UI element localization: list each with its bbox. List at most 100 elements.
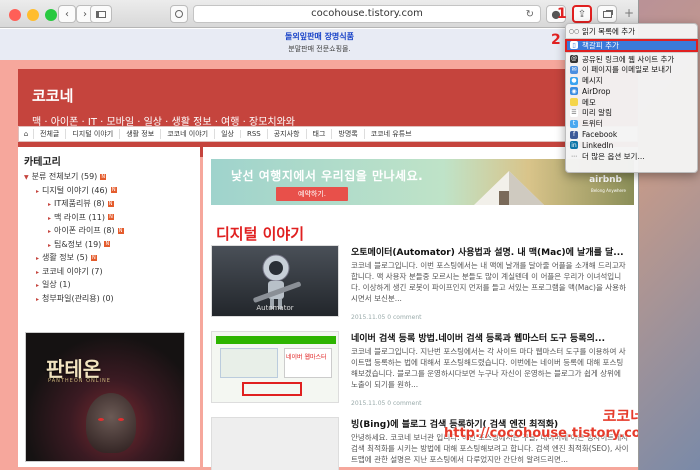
category-label: 아이폰 라이프 (8) (54, 226, 115, 235)
new-tab-button[interactable]: + (624, 6, 634, 20)
category-heading: 카테고리 (24, 157, 61, 168)
side-ad[interactable]: 판테온 PANTHEON ONLINE (25, 332, 185, 462)
category-label: 분류 전체보기 (59) (31, 172, 98, 181)
banner-button[interactable]: 예약하기. (276, 187, 348, 201)
at-icon: @ (570, 54, 578, 63)
share-menu-item[interactable]: f Facebook (566, 129, 697, 140)
nav-item[interactable]: 방명록 (331, 129, 363, 139)
category-item[interactable]: ▸ 일상 (1) (24, 279, 194, 293)
blog-header: 코코네 맥 · 아이폰 · IT · 모바일 · 일상 · 생활 정보 · 여행… (18, 69, 638, 157)
share-menu-label: 공유된 링크에 웹 사이트 추가 (582, 54, 675, 64)
category-arrow-icon: ▸ (36, 187, 40, 195)
share-menu-item[interactable]: ☰ 미리 알림 (566, 108, 697, 119)
thumb-caption: 네이버 웹마스터 (286, 354, 327, 361)
category-item[interactable]: ▸ 아이폰 라이프 (8) N (24, 225, 194, 239)
address-bar[interactable]: cocohouse.tistory.com ↻ (193, 5, 541, 23)
category-item[interactable]: ▸ 청부파일(관리용) (0) (24, 293, 194, 307)
home-icon[interactable]: ⌂ (19, 130, 33, 138)
nav-item[interactable]: 디지털 이야기 (65, 129, 119, 139)
share-menu-item[interactable]: ◉ AirDrop (566, 86, 697, 97)
category-arrow-icon: ▸ (48, 214, 52, 222)
new-badge-icon: N (104, 241, 111, 247)
category-label: 맥 라이프 (11) (54, 212, 105, 222)
more-icon: ⋯ (571, 152, 577, 160)
share-menu-label: Facebook (582, 130, 618, 140)
share-menu-label: LinkedIn (582, 140, 614, 150)
new-badge-icon: N (107, 214, 114, 220)
step-2-marker: 2 (551, 32, 561, 48)
share-menu-item[interactable]: 메모 (566, 97, 697, 108)
nav-item[interactable]: 코코네 유튜브 (363, 129, 418, 139)
airdrop-icon: ◉ (570, 87, 578, 96)
category-item[interactable]: ▸ 팁&정보 (19) N (24, 239, 194, 253)
thumb-panel (220, 348, 278, 378)
nav-item[interactable]: 생활 정보 (119, 129, 160, 139)
nav-item[interactable]: 태그 (305, 129, 332, 139)
share-menu-item[interactable]: @ 공유된 링크에 웹 사이트 추가 (566, 54, 697, 65)
category-item[interactable]: ▼ 분류 전체보기 (59) N (24, 171, 194, 185)
maximize-window-button[interactable] (45, 9, 57, 21)
post-item[interactable]: Automator 오토메이터(Automator) 사용법과 설명. 내 맥(… (211, 245, 631, 325)
minimize-window-button[interactable] (27, 9, 39, 21)
thumb-highlight (242, 382, 302, 396)
share-menu-label: 더 많은 옵션 보기... (582, 151, 645, 161)
nav-item[interactable]: 전체글 (33, 129, 65, 139)
post-thumbnail[interactable] (211, 417, 339, 470)
nav-item[interactable]: 공지사항 (266, 129, 306, 139)
new-badge-icon: N (117, 227, 124, 234)
category-label: 청부파일(관리용) (0) (42, 293, 114, 303)
airbnb-logo: airbnb (589, 175, 622, 185)
ad-character-image (86, 393, 136, 453)
share-menu-item[interactable]: ▯ 책갈피 추가 (565, 38, 698, 52)
category-item[interactable]: ▸ 코코네 이야기 (7) (24, 266, 194, 280)
reader-icon (175, 10, 183, 18)
step-1-marker: 1 (557, 6, 567, 22)
post-item[interactable]: 네이버 웹마스터 네이버 검색 등록 방법.네이버 검색 등록과 웹마스터 도구… (211, 331, 631, 411)
blog-title[interactable]: 코코네 (32, 85, 624, 106)
watermark: 코코네 http://cocohouse.tistory.com (444, 405, 638, 441)
top-ad[interactable]: 돌외잎판매 장명식품 분말판매 전문쇼핑몰. (0, 29, 638, 60)
share-menu-label: 책갈피 추가 (582, 40, 619, 50)
share-menu-item[interactable]: ✉ 이 페이지를 이메일로 보내기 (566, 64, 697, 75)
share-menu-label: 읽기 목록에 추가 (582, 26, 636, 36)
category-label: IT제품리뷰 (8) (54, 199, 105, 208)
tabs-icon (602, 10, 612, 18)
reload-icon[interactable]: ↻ (526, 7, 534, 23)
category-item[interactable]: ▸ 생활 정보 (5) N (24, 252, 194, 266)
category-label: 팁&정보 (19) (54, 239, 102, 249)
share-menu-item[interactable]: ⋯ 더 많은 옵션 보기... (566, 151, 697, 162)
reader-button[interactable] (170, 5, 188, 23)
nav-item[interactable]: RSS (239, 130, 267, 138)
ad-eye-left (98, 418, 104, 421)
post-thumbnail[interactable]: Automator (211, 245, 339, 317)
banner-text: 낯선 여행지에서 우리집을 만나세요. (231, 169, 424, 183)
facebook-icon: f (570, 130, 578, 139)
nav-item[interactable]: 일상 (214, 129, 240, 139)
share-menu-label: 메시지 (582, 76, 603, 86)
new-badge-icon: N (107, 200, 114, 207)
sidebar: 카테고리 ▼ 분류 전체보기 (59) N ▸ 디지털 이야기 (46) N ▸ IT제품리뷰… (18, 147, 200, 467)
new-badge-icon: N (90, 254, 97, 261)
category-arrow-icon: ▸ (36, 282, 40, 289)
post-title[interactable]: 오토메이터(Automator) 사용법과 설명. 내 맥(Mac)에 날개를 … (351, 245, 624, 258)
category-item[interactable]: ▸ 디지털 이야기 (46) N (24, 185, 194, 199)
category-arrow-icon: ▸ (48, 228, 52, 235)
post-title[interactable]: 네이버 검색 등록 방법.네이버 검색 등록과 웹마스터 도구 등록의... (351, 331, 605, 344)
category-item[interactable]: ▸ IT제품리뷰 (8) N (24, 198, 194, 212)
share-menu-item[interactable]: ○○ 읽기 목록에 추가 (566, 26, 697, 37)
sidebar-toggle-button[interactable] (90, 5, 112, 23)
share-menu-item[interactable]: ● 메시지 (566, 75, 697, 86)
close-window-button[interactable] (9, 9, 21, 21)
ad-subtitle: PANTHEON ONLINE (48, 378, 111, 384)
category-item[interactable]: ▸ 맥 라이프 (11) N (24, 212, 194, 226)
browser-toolbar: ‹ › cocohouse.tistory.com ↻ ⬤ ⇪ + (0, 0, 638, 28)
notes-icon (570, 98, 578, 107)
share-menu-label: 이 페이지를 이메일로 보내기 (582, 65, 672, 75)
back-button[interactable]: ‹ (58, 5, 76, 23)
tabs-overview-button[interactable] (597, 5, 617, 23)
post-thumbnail[interactable]: 네이버 웹마스터 (211, 331, 339, 403)
share-menu-item[interactable]: t 트위터 (566, 118, 697, 129)
nav-item[interactable]: 코코네 이야기 (160, 129, 214, 139)
share-menu-item[interactable]: in LinkedIn (566, 140, 697, 151)
share-button[interactable]: ⇪ (572, 5, 592, 23)
